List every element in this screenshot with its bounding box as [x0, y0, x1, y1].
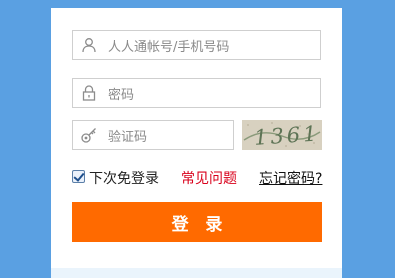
forgot-password-link[interactable]: 忘记密码?	[259, 168, 322, 188]
captcha-image[interactable]: 1361	[242, 120, 322, 150]
faq-link[interactable]: 常见问题	[181, 168, 237, 188]
user-icon	[73, 31, 105, 59]
key-icon	[73, 121, 105, 149]
login-button[interactable]: 登 录	[72, 202, 322, 242]
captcha-text: 1361	[253, 121, 320, 150]
password-placeholder: 密码	[108, 87, 135, 103]
lock-icon	[73, 79, 105, 107]
remember-checkbox[interactable]	[72, 170, 85, 183]
captcha-placeholder: 验证码	[108, 129, 148, 145]
username-field[interactable]: 人人通帐号/手机号码	[72, 30, 321, 60]
username-placeholder: 人人通帐号/手机号码	[108, 39, 230, 55]
remember-label[interactable]: 下次免登录	[89, 168, 159, 188]
password-field[interactable]: 密码	[72, 78, 321, 108]
captcha-field[interactable]: 验证码	[72, 120, 234, 150]
login-panel-footer	[51, 268, 342, 278]
login-options-row: 下次免登录 常见问题 忘记密码?	[72, 167, 324, 187]
